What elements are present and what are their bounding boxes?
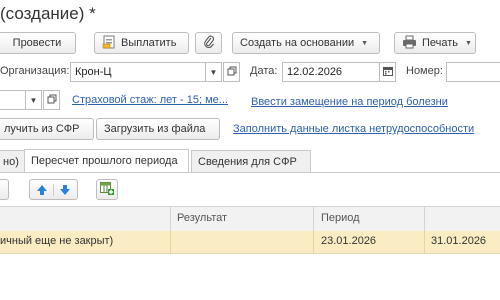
date-value: 12.02.2026: [287, 66, 343, 78]
print-button[interactable]: Печать ▼: [394, 32, 476, 54]
tab-recalculation-previous-period[interactable]: Пересчет прошлого периода: [24, 149, 189, 172]
move-down-icon[interactable]: [54, 184, 76, 196]
tab-recalculation-label: Пересчет прошлого периода: [31, 155, 178, 167]
row-cell-divider: [313, 231, 314, 253]
row-cell-divider: [424, 231, 425, 253]
date-field[interactable]: 12.02.2026: [282, 62, 380, 82]
tab-previous[interactable]: но): [0, 150, 25, 172]
cell-period-to: 31.01.2026: [431, 235, 487, 247]
fill-sick-leave-data-link[interactable]: Заполнить данные листка нетрудоспособнос…: [233, 123, 474, 135]
pay-button-label: Выплатить: [121, 37, 177, 49]
number-field[interactable]: [446, 62, 500, 82]
create-based-on-label: Создать на основании: [240, 37, 355, 49]
attach-button[interactable]: [195, 32, 222, 54]
tab-sfr-info-label: Сведения для СФР: [198, 155, 297, 168]
load-from-file-button[interactable]: Загрузить из файла: [96, 118, 220, 140]
print-button-label: Печать: [422, 37, 459, 49]
chevron-down-icon: ▼: [209, 67, 218, 77]
create-based-on-button[interactable]: Создать на основании ▼: [232, 32, 380, 54]
insurance-experience-link[interactable]: Страховой стаж: лет - 15; ме...: [72, 94, 228, 106]
column-header-period[interactable]: Период: [321, 212, 360, 224]
tab-sfr-info[interactable]: Сведения для СФР: [191, 150, 311, 172]
table-header: Результат Период: [0, 206, 500, 232]
employee-dropdown-button[interactable]: ▼: [25, 90, 42, 110]
organization-open-button[interactable]: [223, 62, 240, 82]
column-header-result[interactable]: Результат: [177, 212, 227, 224]
pay-icon: [102, 35, 116, 52]
paperclip-icon: [203, 35, 215, 52]
tab-strip-divider: [0, 172, 500, 173]
table-settings-button[interactable]: [96, 179, 118, 200]
get-from-sfr-label: лучить из СФР: [4, 123, 80, 135]
row-cell-divider: [170, 231, 171, 253]
document-title: (создание) *: [0, 4, 96, 23]
tab-previous-label: но): [3, 155, 19, 168]
column-divider: [170, 207, 171, 231]
table-add-button[interactable]: [0, 179, 9, 200]
cell-period-from: 23.01.2026: [321, 235, 377, 247]
organization-label: Организация:: [0, 65, 70, 77]
cell-description: ичный еще не закрыт): [0, 235, 114, 247]
date-label: Дата:: [250, 65, 278, 77]
open-icon: [47, 94, 57, 106]
printer-icon: [402, 35, 417, 52]
get-from-sfr-button[interactable]: лучить из СФР: [0, 118, 94, 140]
load-from-file-label: Загрузить из файла: [104, 123, 206, 135]
employee-open-button[interactable]: [43, 90, 60, 110]
pay-button[interactable]: Выплатить: [94, 32, 189, 54]
open-icon: [227, 66, 237, 78]
enter-replacement-link[interactable]: Ввести замещение на период болезни: [251, 96, 448, 108]
move-row-group: [29, 179, 78, 200]
table-add-column-icon: [100, 181, 114, 198]
move-up-icon[interactable]: [31, 183, 54, 196]
chevron-down-icon: ▼: [29, 95, 38, 105]
organization-dropdown-button[interactable]: ▼: [205, 62, 222, 82]
organization-value: Крон-Ц: [75, 66, 112, 78]
employee-field[interactable]: [0, 90, 26, 110]
chevron-down-icon: ▼: [465, 39, 472, 47]
organization-field[interactable]: Крон-Ц: [70, 62, 206, 82]
calendar-icon: [382, 66, 393, 78]
number-label: Номер:: [406, 65, 443, 77]
calendar-button[interactable]: [379, 62, 396, 82]
post-button[interactable]: Провести: [0, 32, 76, 54]
post-button-label: Провести: [12, 37, 62, 49]
column-divider: [313, 207, 314, 231]
table-row[interactable]: ичный еще не закрыт) 23.01.2026 31.01.20…: [0, 231, 500, 254]
chevron-down-icon: ▼: [361, 39, 369, 47]
column-divider: [424, 207, 425, 231]
